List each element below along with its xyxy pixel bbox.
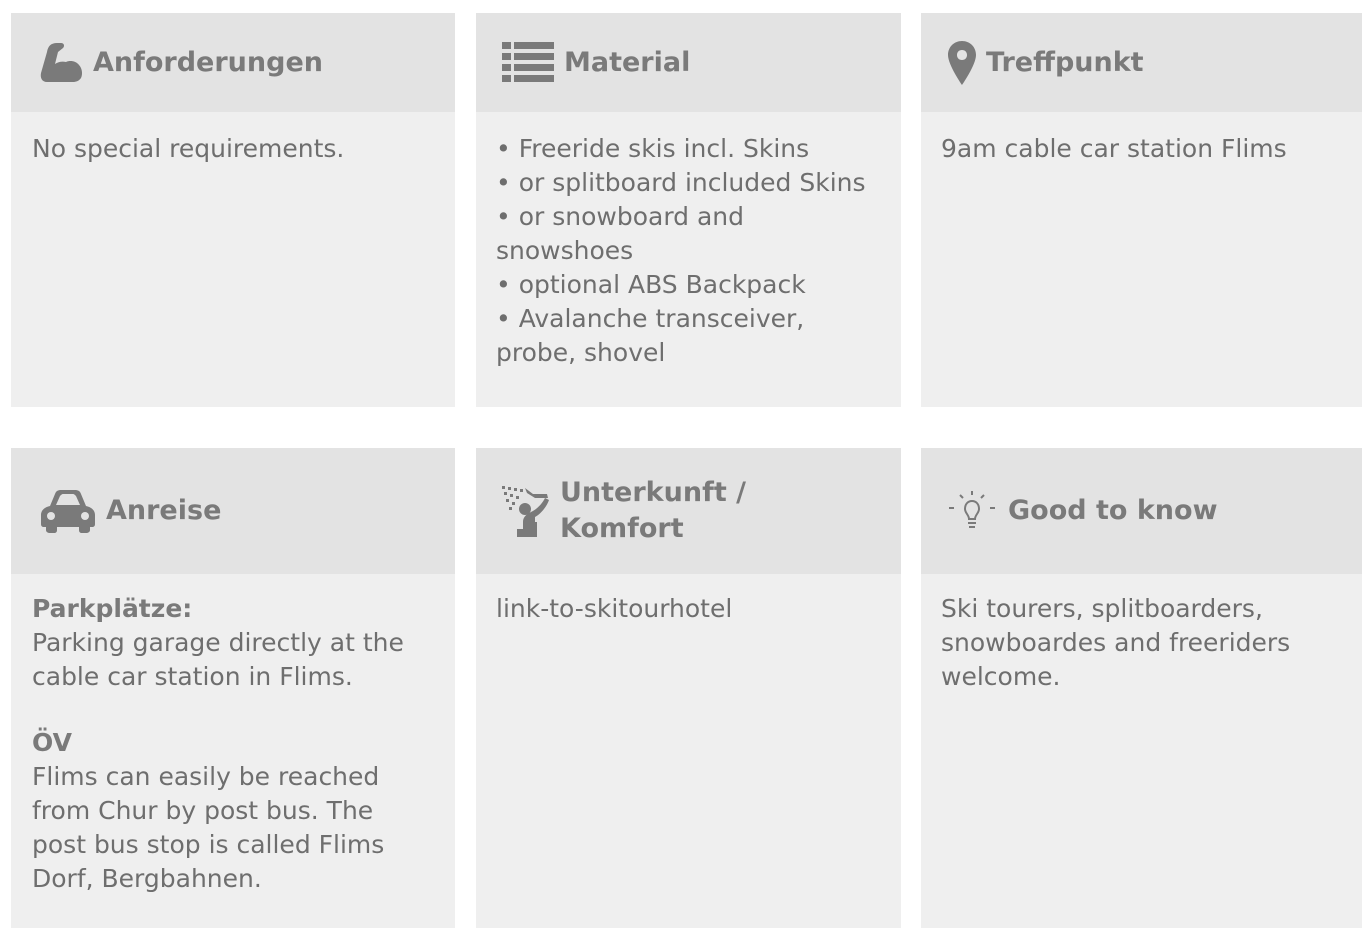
card-body-arrival: Parkplätze: Parking garage directly at t… <box>11 574 455 896</box>
card-body-requirements: No special requirements. <box>11 112 455 166</box>
card-arrival: Anreise Parkplätze: Parking garage direc… <box>11 448 455 928</box>
card-requirements: Anforderungen No special requirements. <box>11 13 455 407</box>
card-title: Anforderungen <box>93 46 323 78</box>
card-header-requirements: Anforderungen <box>11 13 455 112</box>
card-body-meeting-point: 9am cable car station Flims <box>921 112 1362 166</box>
good-to-know-text: Ski tourers, splitboarders, snowboardes … <box>941 594 1291 691</box>
card-header-material: Material <box>476 13 901 112</box>
card-body-material: Freeride skis incl. Skins or splitboard … <box>476 112 901 370</box>
list-item: or snowboard and snowshoes <box>496 200 881 268</box>
parking-text: Parking garage directly at the cable car… <box>32 628 404 691</box>
card-header-good-to-know: Good to know <box>921 448 1362 574</box>
card-title: Good to know <box>1008 495 1218 526</box>
card-meeting-point: Treffpunkt 9am cable car station Flims <box>921 13 1362 407</box>
meeting-point-text: 9am cable car station Flims <box>941 134 1287 163</box>
list-item: optional ABS Backpack <box>496 268 881 302</box>
flexed-arm-icon <box>39 40 85 86</box>
card-header-accommodation: Unterkunft / Komfort <box>476 448 901 574</box>
accommodation-link[interactable]: link-to-skitourhotel <box>496 594 732 623</box>
material-list: Freeride skis incl. Skins or splitboard … <box>496 132 881 370</box>
list-item: Freeride skis incl. Skins <box>496 132 881 166</box>
requirements-text: No special requirements. <box>32 134 345 163</box>
card-title: Treffpunkt <box>986 46 1144 78</box>
public-transport-text: Flims can easily be reached from Chur by… <box>32 762 385 893</box>
lightbulb-icon <box>947 490 997 532</box>
card-good-to-know: Good to know Ski tourers, splitboarders,… <box>921 448 1362 928</box>
card-body-good-to-know: Ski tourers, splitboarders, snowboardes … <box>921 574 1362 694</box>
parking-label: Parkplätze: <box>32 594 193 623</box>
card-accommodation: Unterkunft / Komfort link-to-skitourhote… <box>476 448 901 928</box>
card-title: Material <box>564 46 691 78</box>
list-icon <box>502 41 554 85</box>
shower-icon <box>501 484 551 538</box>
public-transport-label: ÖV <box>32 728 72 757</box>
list-item: Avalanche transceiver, probe, shovel <box>496 302 881 370</box>
card-body-accommodation: link-to-skitourhotel <box>476 574 901 626</box>
card-header-arrival: Anreise <box>11 448 455 574</box>
card-material: Material Freeride skis incl. Skins or sp… <box>476 13 901 407</box>
card-title: Unterkunft / Komfort <box>560 477 746 544</box>
info-grid: Anforderungen No special requirements. M… <box>0 0 1362 928</box>
card-title: Anreise <box>106 495 222 526</box>
car-icon <box>38 488 98 534</box>
map-pin-icon <box>947 40 977 86</box>
card-header-meeting-point: Treffpunkt <box>921 13 1362 112</box>
list-item: or splitboard included Skins <box>496 166 881 200</box>
